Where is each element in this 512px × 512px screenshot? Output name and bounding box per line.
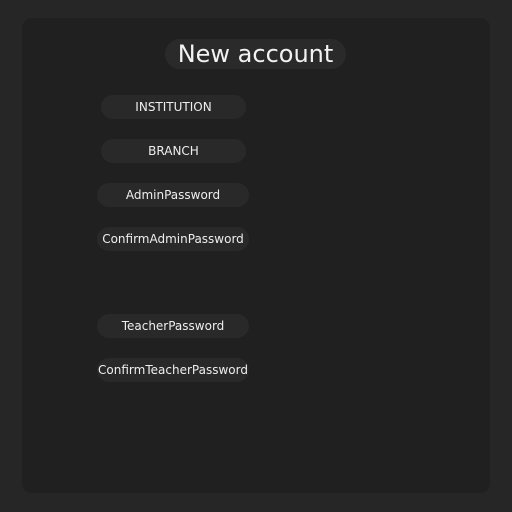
teacher-password-field[interactable]: TeacherPassword [97, 314, 249, 338]
confirm-admin-password-field[interactable]: ConfirmAdminPassword [97, 227, 249, 251]
institution-field[interactable]: INSTITUTION [101, 95, 246, 119]
form-panel [22, 18, 490, 493]
page-title: New account [165, 39, 346, 69]
confirm-teacher-password-field[interactable]: ConfirmTeacherPassword [97, 358, 249, 382]
admin-password-field[interactable]: AdminPassword [97, 183, 249, 207]
branch-field[interactable]: BRANCH [101, 139, 246, 163]
